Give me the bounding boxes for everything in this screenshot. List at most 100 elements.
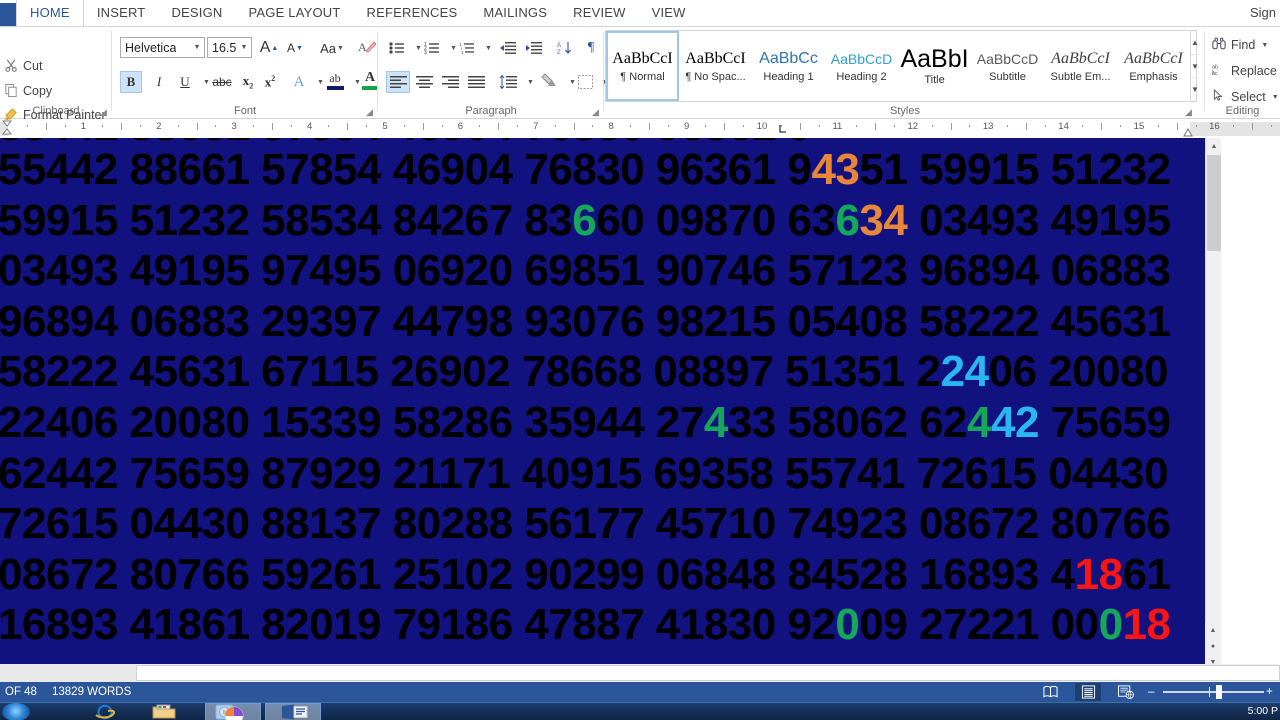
read-mode-view-button[interactable] — [1037, 683, 1063, 701]
justify-button[interactable] — [464, 71, 488, 93]
align-center-button[interactable] — [412, 71, 436, 93]
document-line[interactable]: 62442 75659 87929 21171 40915 69358 5574… — [0, 448, 1205, 499]
clear-formatting-button[interactable]: A — [355, 37, 379, 59]
zoom-out-button[interactable]: – — [1148, 685, 1154, 699]
ribbon-tab-insert[interactable]: INSERT — [84, 4, 159, 27]
font-name-combo[interactable]: Helvetica ▼ — [120, 37, 205, 58]
ribbon-tab-references[interactable]: REFERENCES — [354, 4, 471, 27]
bold-button[interactable]: B — [120, 71, 142, 93]
web-layout-view-button[interactable] — [1113, 683, 1139, 701]
styles-gallery[interactable]: AaBbCcI ¶ Normal AaBbCcI ¶ No Spac... AaBbCc… — [605, 30, 1199, 102]
page-navigation-buttons[interactable]: ▲ ● ▼ — [1205, 622, 1221, 670]
strikethrough-button[interactable]: abc — [209, 71, 235, 93]
taskbar-window-browser[interactable] — [205, 703, 261, 720]
styles-scroll-buttons[interactable]: ▲ ▼ ▼ — [1190, 31, 1199, 101]
cut-button[interactable]: Cut — [4, 58, 42, 73]
document-line[interactable]: 03493 49195 97495 06920 69851 90746 5712… — [0, 245, 1205, 296]
font-dialog-launcher[interactable]: ◢ — [366, 108, 375, 117]
copy-button[interactable]: Copy — [4, 83, 52, 98]
replace-button[interactable]: ab ac Replace — [1211, 63, 1277, 79]
subscript-button[interactable]: x2 — [237, 71, 259, 93]
clipboard-dialog-launcher[interactable]: ◢ — [100, 108, 109, 117]
document-line[interactable]: 08672 80766 59261 25102 90299 06848 8452… — [0, 549, 1205, 600]
italic-button[interactable]: I — [148, 71, 170, 93]
sign-in-link[interactable]: Sign — [1250, 5, 1276, 20]
document-line[interactable]: 58222 45631 67115 26902 78668 08897 5135… — [0, 346, 1205, 397]
increase-indent-button[interactable] — [522, 37, 546, 59]
styles-scroll-up-icon[interactable]: ▲ — [1191, 31, 1199, 55]
document-canvas[interactable]: 55442 88661 57854 46904 76830 96361 9435… — [0, 138, 1205, 664]
ribbon-tab-label: HOME — [17, 0, 83, 27]
taskbar-clock[interactable]: 5:00 P — [1248, 705, 1278, 717]
styles-dialog-launcher[interactable]: ◢ — [1185, 108, 1194, 117]
text-effects-button[interactable]: A — [288, 71, 310, 93]
page-indicator[interactable]: OF 48 — [5, 685, 37, 699]
font-size-combo[interactable]: 16.5 ▼ — [207, 37, 252, 58]
zoom-slider-thumb[interactable] — [1216, 685, 1222, 699]
ribbon-tab-page-layout[interactable]: PAGE LAYOUT — [236, 4, 354, 27]
numbering-button[interactable]: 123 — [421, 37, 443, 59]
print-layout-view-button[interactable] — [1075, 683, 1101, 701]
text-highlight-color-button[interactable]: ab — [323, 69, 347, 91]
ribbon-tab-design[interactable]: DESIGN — [158, 4, 235, 27]
style-item-heading-1[interactable]: AaBbCc Heading 1 — [752, 31, 825, 101]
browse-object-icon[interactable]: ● — [1205, 638, 1221, 654]
underline-button[interactable]: U — [174, 71, 196, 93]
show-formatting-marks-button[interactable]: ¶ — [580, 37, 602, 59]
ribbon-tab-view[interactable]: VIEW — [639, 4, 699, 27]
start-orb[interactable] — [2, 703, 30, 720]
ruler-minor-tick — [1044, 125, 1046, 127]
style-item-subtitle[interactable]: AaBbCcD Subtitle — [971, 31, 1044, 101]
styles-more-icon[interactable]: ▼ — [1191, 78, 1199, 101]
vertical-scrollbar-thumb[interactable] — [1207, 155, 1221, 251]
style-item-heading-2[interactable]: AaBbCcD Heading 2 — [825, 31, 898, 101]
first-line-indent-marker[interactable] — [1, 120, 13, 136]
vertical-scrollbar[interactable]: ▲ — [1205, 138, 1222, 664]
style-item-title[interactable]: AaBbI Title — [898, 31, 971, 101]
zoom-slider-track[interactable] — [1163, 691, 1264, 693]
style-item--normal[interactable]: AaBbCcI ¶ Normal — [606, 31, 679, 101]
shrink-font-button[interactable]: A ▼ — [283, 37, 307, 59]
internet-explorer-icon[interactable] — [95, 704, 117, 720]
find-button[interactable]: Find ▼ — [1212, 37, 1268, 53]
taskbar-window-word[interactable] — [265, 703, 321, 720]
document-line[interactable]: 22406 20080 15339 58286 35944 27433 5806… — [0, 397, 1205, 448]
superscript-button[interactable]: x2 — [259, 71, 281, 93]
align-left-button[interactable] — [386, 71, 410, 93]
style-item-emphasis[interactable]: AaBbCcI Emphasis — [1117, 31, 1190, 101]
change-case-button[interactable]: Aa ▼ — [316, 37, 348, 59]
styles-scroll-down-icon[interactable]: ▼ — [1191, 55, 1199, 79]
line-spacing-button[interactable] — [496, 71, 520, 93]
ribbon-tab-review[interactable]: REVIEW — [560, 4, 638, 27]
ribbon-tab-home[interactable]: HOME — [16, 0, 84, 27]
document-line[interactable]: 96894 06883 29397 44798 93076 98215 0540… — [0, 296, 1205, 347]
grow-font-button[interactable]: A ▲ — [257, 37, 281, 59]
decrease-indent-button[interactable] — [496, 37, 520, 59]
multilevel-list-button[interactable]: 1i1 — [456, 37, 478, 59]
zoom-in-button[interactable]: + — [1266, 685, 1273, 699]
shading-button[interactable] — [538, 69, 562, 91]
chevron-down-icon[interactable]: ▼ — [1261, 42, 1268, 49]
tab-stop-marker[interactable] — [779, 122, 788, 138]
bullets-button[interactable] — [386, 37, 408, 59]
chevron-down-icon[interactable]: ▼ — [1272, 94, 1279, 101]
file-tab-corner[interactable] — [0, 3, 16, 27]
horizontal-scrollbar[interactable] — [136, 665, 1280, 681]
paragraph-dialog-launcher[interactable]: ◢ — [592, 108, 601, 117]
select-button[interactable]: Select ▼ — [1212, 88, 1279, 105]
file-explorer-icon[interactable] — [152, 704, 178, 720]
document-line-clipped[interactable]: 55442 88661 57854 46904 76830 96361 9 — [0, 138, 1205, 151]
align-right-button[interactable] — [438, 71, 462, 93]
word-count[interactable]: 13829 WORDS — [52, 685, 131, 699]
scroll-up-icon[interactable]: ▲ — [1206, 138, 1222, 154]
document-line[interactable]: 72615 04430 88137 80288 56177 45710 7492… — [0, 498, 1205, 549]
style-item--no-spac[interactable]: AaBbCcI ¶ No Spac... — [679, 31, 752, 101]
document-line[interactable]: 16893 41861 82019 79186 47887 41830 9200… — [0, 599, 1205, 650]
document-line[interactable]: 59915 51232 58534 84267 83660 09870 6363… — [0, 195, 1205, 246]
document-line[interactable]: 55442 88661 57854 46904 76830 96361 9435… — [0, 144, 1205, 195]
ribbon-tab-mailings[interactable]: MAILINGS — [470, 4, 560, 27]
sort-button[interactable]: AZ — [554, 37, 576, 59]
previous-page-icon[interactable]: ▲ — [1205, 622, 1221, 638]
style-item-subtle-em[interactable]: AaBbCcI Subtle Em... — [1044, 31, 1117, 101]
horizontal-ruler[interactable]: 1 2 3 4 5 6 7 8 9 10 11 12 13 14 15 16 — [0, 120, 1280, 138]
